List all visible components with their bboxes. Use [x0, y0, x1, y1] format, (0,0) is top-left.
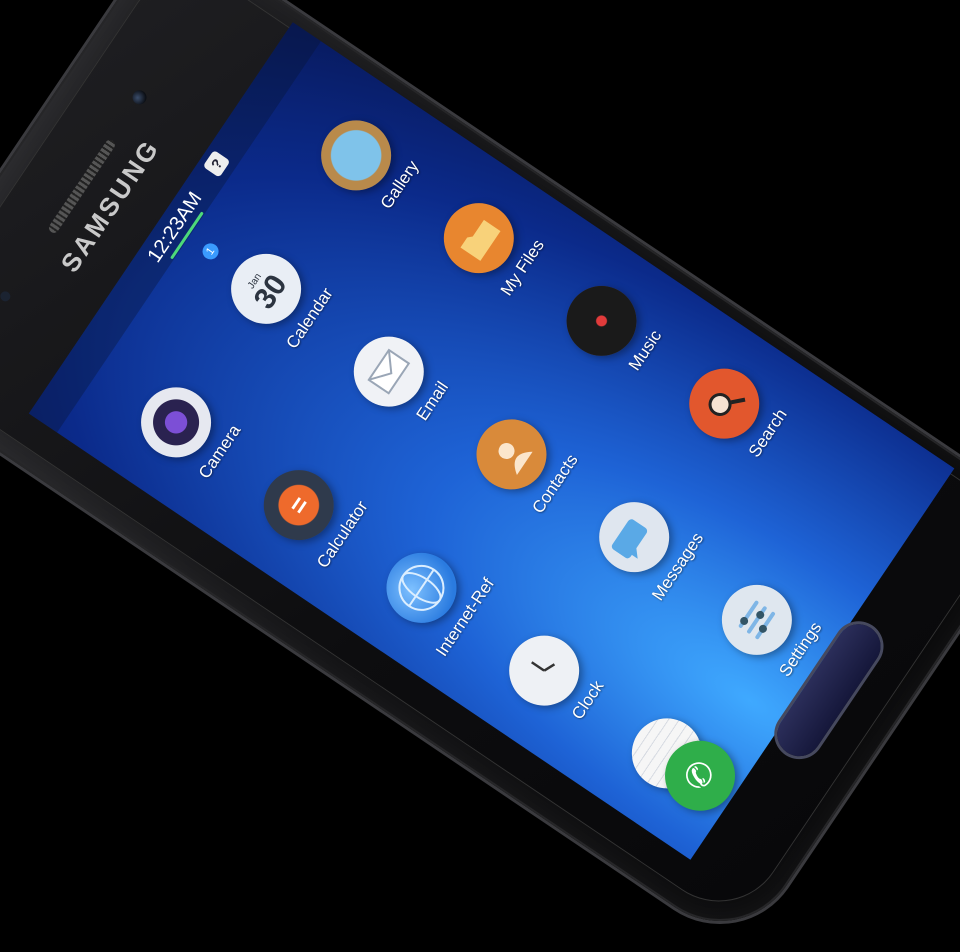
- proximity-sensor: [0, 289, 13, 304]
- app-my-files[interactable]: My Files: [419, 173, 562, 319]
- app-calendar[interactable]: Jan 30 Calendar: [206, 224, 349, 370]
- app-camera[interactable]: Camera: [116, 357, 259, 503]
- app-contacts[interactable]: Contacts: [452, 389, 595, 535]
- app-internet[interactable]: Internet-Ref: [362, 523, 505, 669]
- notification-badge[interactable]: ?: [202, 149, 231, 178]
- app-search[interactable]: Search: [664, 339, 807, 485]
- app-messages[interactable]: Messages: [574, 472, 717, 618]
- app-music[interactable]: Music: [542, 256, 685, 402]
- page-indicator[interactable]: 1: [199, 240, 222, 263]
- photo-scene: SAMSUNG 12:23AM ? 1 Camera Jan 30 Calend…: [0, 0, 960, 952]
- app-email[interactable]: Email: [329, 306, 472, 452]
- app-clock[interactable]: Clock: [484, 605, 627, 751]
- app-gallery[interactable]: Gallery: [296, 90, 439, 236]
- phone-device: SAMSUNG 12:23AM ? 1 Camera Jan 30 Calend…: [0, 0, 960, 952]
- phone-bezel: SAMSUNG 12:23AM ? 1 Camera Jan 30 Calend…: [0, 0, 960, 928]
- front-camera: [129, 87, 150, 107]
- app-calculator[interactable]: = Calculator: [239, 440, 382, 586]
